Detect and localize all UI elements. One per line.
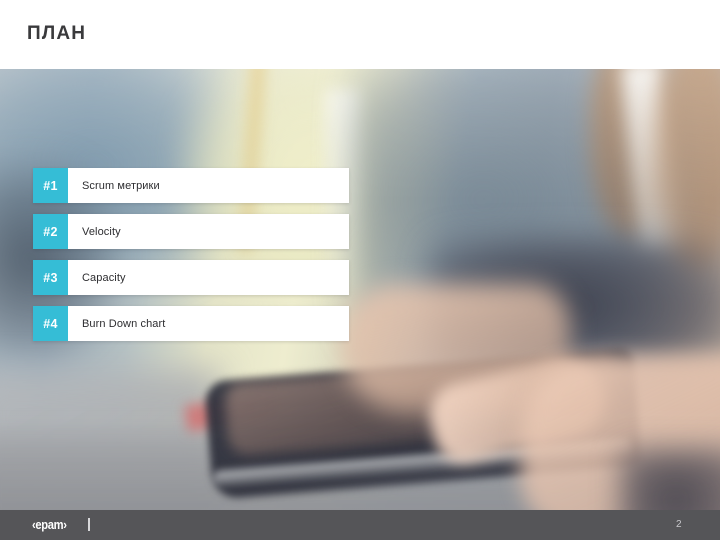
agenda-list: #1 Scrum метрики #2 Velocity #3 Capacity… [33, 168, 349, 341]
agenda-item-3[interactable]: #3 Capacity [33, 260, 349, 295]
agenda-item-4-number: #4 [33, 306, 68, 341]
agenda-item-4[interactable]: #4 Burn Down chart [33, 306, 349, 341]
agenda-item-1-number: #1 [33, 168, 68, 203]
page-title: ПЛАН [27, 23, 87, 44]
agenda-item-2-number: #2 [33, 214, 68, 249]
agenda-item-3-label: Capacity [68, 260, 349, 295]
agenda-item-1-label: Scrum метрики [68, 168, 349, 203]
epam-logo: ‹epam› [32, 517, 67, 532]
footer-bar: ‹epam› 2 [0, 510, 720, 540]
agenda-item-2-label: Velocity [68, 214, 349, 249]
agenda-item-1[interactable]: #1 Scrum метрики [33, 168, 349, 203]
footer-divider [88, 518, 90, 531]
agenda-item-2[interactable]: #2 Velocity [33, 214, 349, 249]
agenda-item-4-label: Burn Down chart [68, 306, 349, 341]
agenda-item-3-number: #3 [33, 260, 68, 295]
page-number: 2 [676, 519, 682, 530]
header-band: ПЛАН [0, 0, 720, 69]
slide: ПЛАН #1 Scrum метрики #2 Velocity #3 Cap… [0, 0, 720, 540]
